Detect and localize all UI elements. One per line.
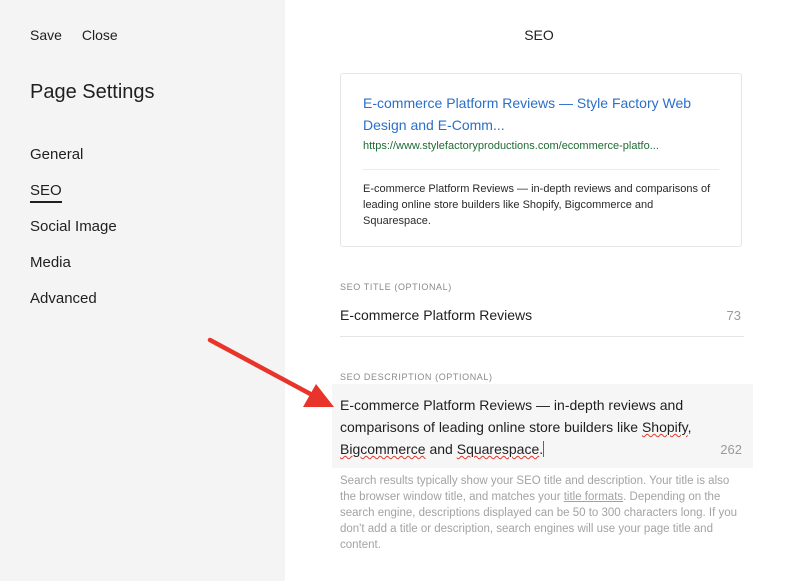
description-separator: and	[425, 441, 457, 457]
seo-title-counter: 73	[726, 308, 741, 323]
nav-item-label: SEO	[30, 182, 62, 203]
nav-item-social-image[interactable]: Social Image	[30, 218, 117, 254]
search-preview-card: E-commerce Platform Reviews — Style Fact…	[340, 73, 742, 247]
preview-description: E-commerce Platform Reviews — in-depth r…	[363, 183, 711, 227]
nav-item-label: General	[30, 146, 84, 163]
preview-url: https://www.stylefactoryproductions.com/…	[363, 140, 659, 152]
nav-item-general[interactable]: General	[30, 146, 117, 182]
page-title: Page Settings	[30, 81, 155, 103]
text-caret	[543, 441, 545, 457]
seo-title-input[interactable]: E-commerce Platform Reviews 73	[340, 296, 744, 337]
seo-panel: SEO E-commerce Platform Reviews — Style …	[285, 0, 793, 581]
settings-nav: General SEO Social Image Media Advanced	[30, 146, 117, 326]
nav-item-label: Advanced	[30, 290, 97, 307]
title-formats-link[interactable]: title formats	[564, 491, 623, 503]
preview-divider	[363, 169, 719, 170]
nav-item-label: Media	[30, 254, 71, 271]
seo-help-text: Search results typically show your SEO t…	[340, 473, 745, 553]
preview-title: E-commerce Platform Reviews — Style Fact…	[363, 95, 692, 133]
spellcheck-word: Shopify	[641, 419, 688, 435]
seo-title-label: SEO TITLE (OPTIONAL)	[340, 282, 452, 292]
description-text: E-commerce Platform Reviews — in-depth r…	[340, 397, 684, 435]
seo-title-value: E-commerce Platform Reviews	[340, 307, 533, 323]
nav-item-label: Social Image	[30, 218, 117, 235]
seo-description-value: E-commerce Platform Reviews — in-depth r…	[340, 394, 710, 460]
nav-item-advanced[interactable]: Advanced	[30, 290, 117, 326]
seo-description-input[interactable]: E-commerce Platform Reviews — in-depth r…	[332, 384, 753, 468]
sidebar: Save Close Page Settings General SEO Soc…	[0, 0, 285, 581]
close-button[interactable]: Close	[82, 27, 118, 43]
seo-description-counter: 262	[720, 442, 742, 457]
top-actions: Save Close	[30, 27, 118, 43]
spellcheck-word: Bigcommerce	[340, 441, 426, 457]
save-button[interactable]: Save	[30, 27, 62, 43]
panel-title: SEO	[524, 27, 554, 43]
seo-description-label: SEO DESCRIPTION (OPTIONAL)	[340, 372, 493, 382]
spellcheck-word: Squarespace	[456, 441, 540, 457]
nav-item-media[interactable]: Media	[30, 254, 117, 290]
nav-item-seo[interactable]: SEO	[30, 182, 117, 218]
description-separator: ,	[687, 419, 692, 435]
